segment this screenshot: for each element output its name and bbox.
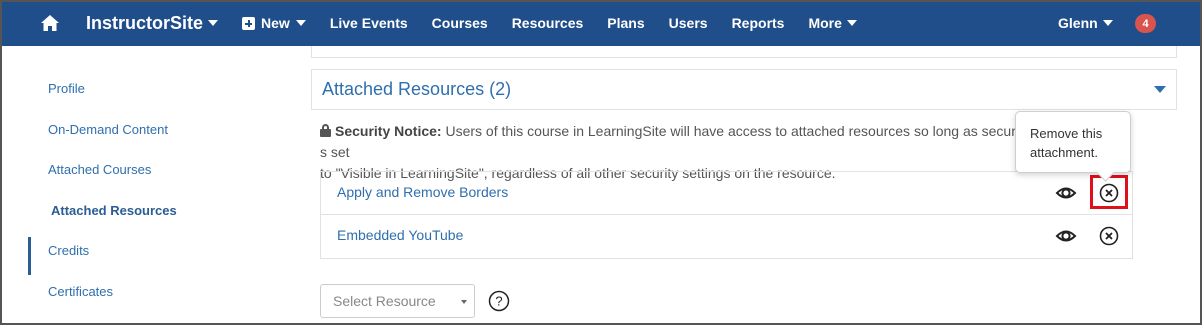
notice-label: Security Notice: <box>335 123 442 139</box>
sidebar-item-profile[interactable]: Profile <box>48 81 85 96</box>
notice-text-line1: Users of this course in LearningSite wil… <box>445 123 1023 139</box>
chevron-down-icon <box>1102 20 1113 26</box>
user-name: Glenn <box>1058 15 1098 31</box>
attached-resources-header[interactable]: Attached Resources (2) <box>311 69 1177 110</box>
list-item: Apply and Remove Borders <box>321 172 1132 215</box>
nav-more-menu[interactable]: More <box>808 15 857 31</box>
nav-reports[interactable]: Reports <box>732 15 785 31</box>
sidebar-item-on-demand-content[interactable]: On-Demand Content <box>48 122 168 137</box>
previous-panel-edge <box>311 46 1177 58</box>
new-label: New <box>261 15 290 31</box>
notification-badge[interactable]: 4 <box>1135 14 1156 33</box>
sidebar: Profile On-Demand Content Attached Cours… <box>0 46 300 325</box>
chevron-down-icon <box>295 20 306 26</box>
help-icon[interactable]: ? <box>488 290 510 312</box>
collapse-caret-icon[interactable] <box>1154 86 1166 93</box>
new-menu[interactable]: New <box>242 15 306 31</box>
home-icon[interactable] <box>34 14 66 32</box>
nav-courses[interactable]: Courses <box>432 15 488 31</box>
resource-link[interactable]: Embedded YouTube <box>337 227 463 243</box>
chevron-down-icon <box>461 300 467 304</box>
nav-resources[interactable]: Resources <box>512 15 584 31</box>
remove-tooltip: Remove this attachment. <box>1015 111 1131 173</box>
nav-plans[interactable]: Plans <box>607 15 644 31</box>
highlight-box <box>1090 175 1128 209</box>
chevron-down-icon <box>208 20 219 26</box>
nav-live-events[interactable]: Live Events <box>330 15 408 31</box>
active-indicator <box>28 237 31 275</box>
sidebar-item-certificates[interactable]: Certificates <box>48 284 113 299</box>
site-switcher[interactable]: InstructorSite <box>86 12 219 34</box>
sidebar-item-attached-resources[interactable]: Attached Resources <box>51 203 177 218</box>
sidebar-item-attached-courses[interactable]: Attached Courses <box>48 162 151 177</box>
lock-icon <box>320 124 331 137</box>
user-menu[interactable]: Glenn <box>1058 15 1113 31</box>
notice-text-line1-tail: s set <box>320 144 350 160</box>
nav-users[interactable]: Users <box>669 15 708 31</box>
remove-attachment-icon[interactable] <box>1098 225 1120 247</box>
brand-label: InstructorSite <box>86 12 204 33</box>
resource-link[interactable]: Apply and Remove Borders <box>337 184 508 200</box>
list-item: Embedded YouTube <box>321 215 1132 258</box>
plus-icon <box>242 16 256 30</box>
chevron-down-icon <box>846 20 857 26</box>
svg-text:?: ? <box>495 294 502 309</box>
section-title: Attached Resources (2) <box>322 79 512 99</box>
sidebar-item-credits[interactable]: Credits <box>48 243 89 258</box>
select-placeholder: Select Resource <box>333 293 436 309</box>
attached-resource-list: Apply and Remove Borders Embedded YouTub… <box>320 171 1133 259</box>
eye-icon[interactable] <box>1055 226 1077 246</box>
tooltip-line2: attachment. <box>1030 145 1098 160</box>
top-navbar: InstructorSite New Live Events Courses R… <box>0 0 1202 46</box>
tooltip-line1: Remove this <box>1030 126 1103 141</box>
eye-icon[interactable] <box>1055 183 1077 203</box>
select-resource-dropdown[interactable]: Select Resource <box>320 284 475 318</box>
more-label: More <box>808 15 842 31</box>
